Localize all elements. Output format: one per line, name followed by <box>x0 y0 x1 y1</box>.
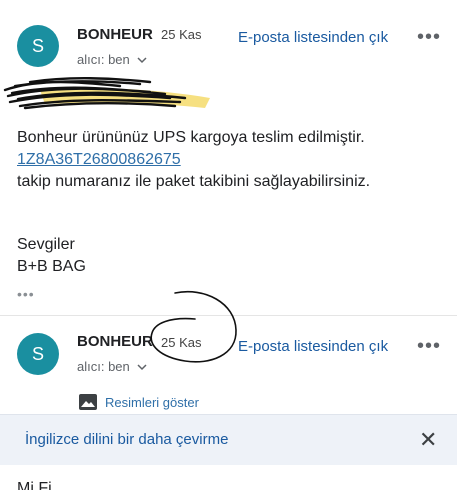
show-images-button[interactable]: Resimleri göster <box>78 393 199 411</box>
partial-body-text: Mi Fi... <box>17 480 65 490</box>
recipient-details-toggle[interactable]: alıcı: ben <box>77 52 147 67</box>
sender-avatar[interactable]: S <box>17 333 59 375</box>
chevron-down-icon <box>137 57 147 64</box>
dont-translate-language-link[interactable]: İngilizce dilini bir daha çevirme <box>25 431 228 448</box>
body-line-1: Bonheur ürününüz UPS kargoya teslim edil… <box>17 129 365 146</box>
recipient-details-toggle[interactable]: alıcı: ben <box>77 359 147 374</box>
hand-drawn-circle-annotation <box>150 291 237 363</box>
redaction-scribble <box>3 77 210 110</box>
avatar-letter: S <box>31 35 44 56</box>
more-options-icon[interactable]: ••• <box>417 335 441 358</box>
recipient-label: alıcı: ben <box>77 52 130 67</box>
sender-avatar[interactable]: S <box>17 25 59 67</box>
message-date: 25 Kas <box>161 27 202 42</box>
tracking-number-link[interactable]: 1Z8A36T26800862675 <box>17 149 181 171</box>
avatar-letter: S <box>31 343 44 364</box>
unsubscribe-link[interactable]: E-posta listesinden çık <box>238 29 388 46</box>
close-icon[interactable]: ✕ <box>419 427 437 453</box>
sender-name: BONHEUR <box>77 26 153 43</box>
show-images-label: Resimleri göster <box>105 394 199 410</box>
recipient-label: alıcı: ben <box>77 359 130 374</box>
closing-text: Sevgiler <box>17 236 75 253</box>
show-quoted-text-button[interactable]: ••• <box>17 286 35 302</box>
signature-text: B+B BAG <box>17 258 86 275</box>
unsubscribe-link[interactable]: E-posta listesinden çık <box>238 338 388 355</box>
translate-bar: İngilizce dilini bir daha çevirme ✕ <box>0 414 457 465</box>
more-options-icon[interactable]: ••• <box>417 26 441 49</box>
image-icon <box>79 394 97 410</box>
body-line-2: takip numaranız ile paket takibini sağla… <box>17 173 371 190</box>
